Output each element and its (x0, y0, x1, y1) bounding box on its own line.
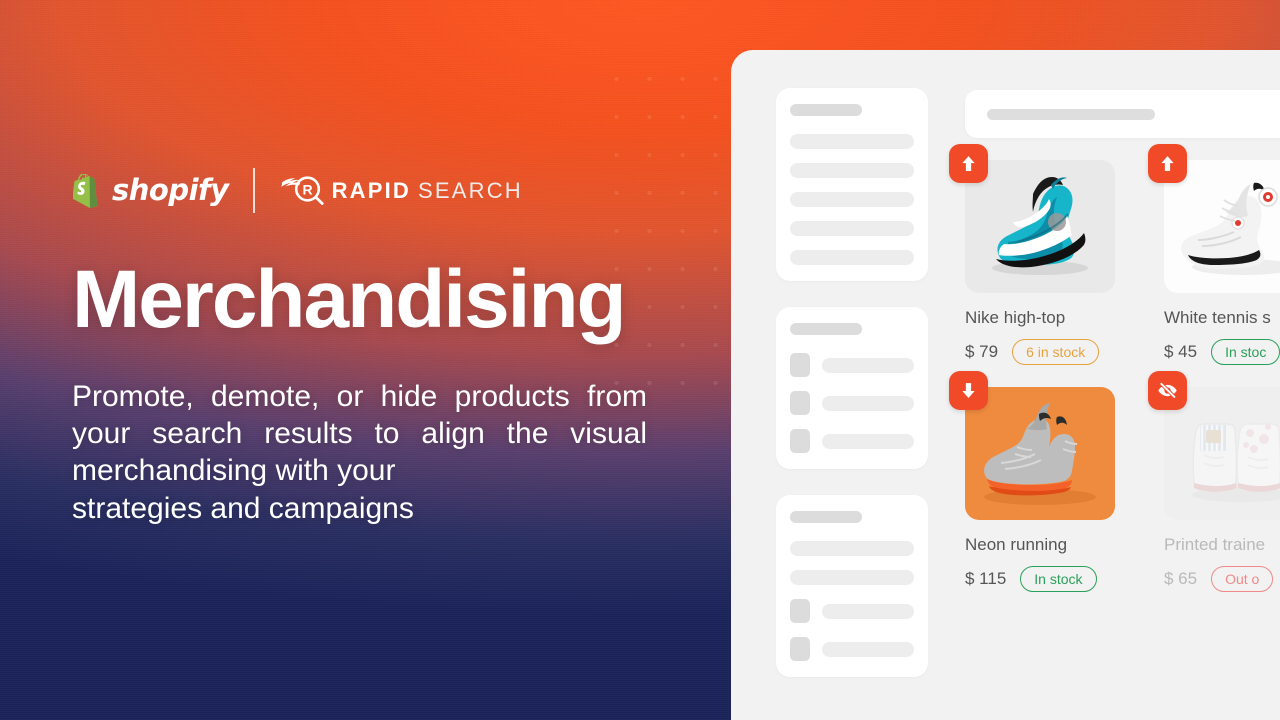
skeleton-panel (776, 307, 928, 469)
skeleton-header-bar (790, 511, 862, 523)
search-wordmark: SEARCH (418, 177, 523, 203)
product-title: Neon running (965, 535, 1068, 554)
status-badge: 6 in stock (1012, 339, 1100, 365)
promote-up-arrow-icon[interactable] (1148, 144, 1187, 183)
subtitle-main: Promote, demote, or hide products from y… (72, 380, 647, 488)
skeleton-checkbox-row (790, 637, 914, 661)
skeleton-bar (790, 250, 914, 265)
skeleton-header-bar (790, 323, 862, 335)
product-card[interactable]: Nike high-top $ 79 6 in stock (949, 144, 1164, 365)
product-title: Nike high-top (965, 308, 1066, 327)
skeleton-bar (822, 357, 914, 373)
status-badge: Out o (1211, 566, 1274, 592)
page-subtitle: Promote, demote, or hide products from y… (72, 378, 647, 527)
skeleton-bar (790, 570, 914, 585)
product-card[interactable]: White tennis s $ 45 In stoc (1148, 144, 1280, 365)
skeleton-checkbox (790, 599, 810, 623)
skeleton-panel (776, 495, 928, 677)
shopify-bag-icon (73, 173, 98, 208)
skeleton-checkbox (790, 429, 810, 453)
shopify-wordmark: shopify (112, 173, 229, 207)
skeleton-bar (790, 163, 914, 178)
demote-down-arrow-icon[interactable] (949, 371, 988, 410)
product-image (965, 387, 1115, 520)
product-card[interactable]: Neon running $ 115 In stock (949, 371, 1164, 592)
nike-high-top-shoe-image (965, 160, 1115, 293)
product-price: $ 65 (1164, 569, 1198, 588)
page-title: Merchandising (72, 254, 627, 345)
product-results-grid: Nike high-top $ 79 6 in stock White tenn… (949, 144, 1280, 592)
skeleton-checkbox-row (790, 599, 914, 623)
svg-text:R: R (302, 181, 312, 197)
skeleton-checkbox-row (790, 353, 914, 377)
brand-logo-row: shopify R RAPID SEARCH (73, 168, 523, 213)
skeleton-panel (776, 88, 928, 281)
rapid-search-logo: R RAPID SEARCH (279, 172, 523, 210)
skeleton-checkbox (790, 637, 810, 661)
product-meta: $ 115 In stock (965, 566, 1164, 592)
eye-slash-glyph (1158, 381, 1177, 400)
product-meta: $ 79 6 in stock (965, 339, 1164, 365)
product-price: $ 45 (1164, 342, 1198, 361)
skeleton-bar (790, 134, 914, 149)
skeleton-header-bar (790, 104, 862, 116)
neon-running-shoe-image (965, 387, 1115, 520)
magnifier-r-icon: R (280, 175, 324, 205)
subtitle-last-line: strategies and campaigns (72, 491, 414, 525)
logo-divider (252, 168, 255, 213)
search-input[interactable] (965, 90, 1280, 138)
skeleton-bar (822, 395, 914, 411)
product-title: White tennis s (1164, 308, 1271, 327)
skeleton-checkbox (790, 391, 810, 415)
up-arrow-glyph (1161, 156, 1174, 171)
down-arrow-glyph (962, 383, 975, 398)
product-price: $ 115 (965, 569, 1007, 588)
hide-eye-slash-icon[interactable] (1148, 371, 1187, 410)
skeleton-bar (822, 433, 914, 449)
skeleton-checkbox (790, 353, 810, 377)
status-badge: In stock (1020, 566, 1097, 592)
product-price: $ 79 (965, 342, 999, 361)
promote-up-arrow-icon[interactable] (949, 144, 988, 183)
shopify-logo: shopify (73, 173, 229, 208)
skeleton-bar (790, 192, 914, 207)
up-arrow-glyph (962, 156, 975, 171)
filters-skeleton-column (776, 88, 928, 703)
skeleton-checkbox-row (790, 429, 914, 453)
product-card[interactable]: Printed traine $ 65 Out o (1148, 371, 1280, 592)
product-meta: $ 45 In stoc (1164, 339, 1280, 365)
search-placeholder-bar (987, 108, 1155, 120)
product-meta: $ 65 Out o (1164, 566, 1280, 592)
skeleton-bar (790, 221, 914, 236)
product-image (965, 160, 1115, 293)
skeleton-bar (822, 641, 914, 657)
product-title: Printed traine (1164, 535, 1266, 554)
skeleton-checkbox-row (790, 391, 914, 415)
status-badge: In stoc (1211, 339, 1280, 365)
skeleton-bar (822, 603, 914, 619)
app-preview-panel: Nike high-top $ 79 6 in stock White tenn… (731, 50, 1280, 720)
rapid-wordmark: RAPID (331, 177, 412, 203)
skeleton-bar (790, 541, 914, 556)
